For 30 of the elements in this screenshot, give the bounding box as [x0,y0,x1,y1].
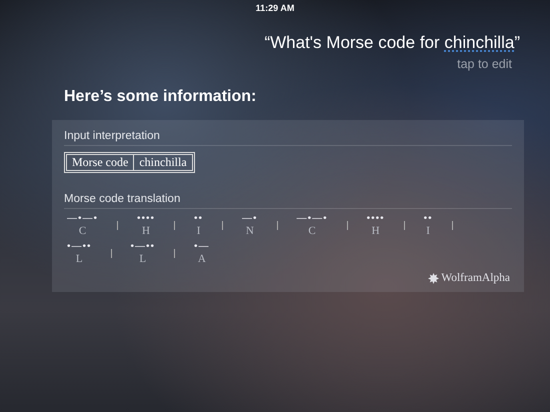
edit-hint[interactable]: tap to edit [457,57,512,71]
letter-label: I [196,225,200,237]
starburst-icon [428,272,440,284]
morse-code: —•—• [67,213,98,225]
morse-code: —•—• [296,213,328,225]
brand-name: WolframAlpha [441,272,510,284]
letter-label: H [372,225,380,237]
table-cell: chinchilla [134,154,193,171]
letter-label: A [198,253,206,265]
letter-label: N [246,225,254,237]
letter-label: L [76,253,83,265]
morse-code: •—•• [67,241,92,253]
morse-code: •— [194,241,210,253]
section-title: Morse code translation [64,193,512,209]
letter-label: H [142,225,150,237]
morse-code: •—•• [130,241,156,253]
letter-label: C [308,225,316,237]
morse-code: •• [424,213,433,225]
morse-code: •••• [366,213,385,225]
morse-code: •••• [137,213,156,225]
section-title: Input interpretation [64,130,512,146]
letter-label: C [78,225,86,237]
morse-code: •• [194,213,204,225]
table-cell: Morse code [66,154,134,171]
response-heading: Here’s some information: [63,87,258,106]
status-time: 11:29 AM [256,3,294,13]
morse-code: —• [242,213,258,225]
letter-label: I [426,225,430,237]
letter-label: L [139,253,146,265]
spoken-query: “What's Morse code for chinchilla” [264,33,520,53]
